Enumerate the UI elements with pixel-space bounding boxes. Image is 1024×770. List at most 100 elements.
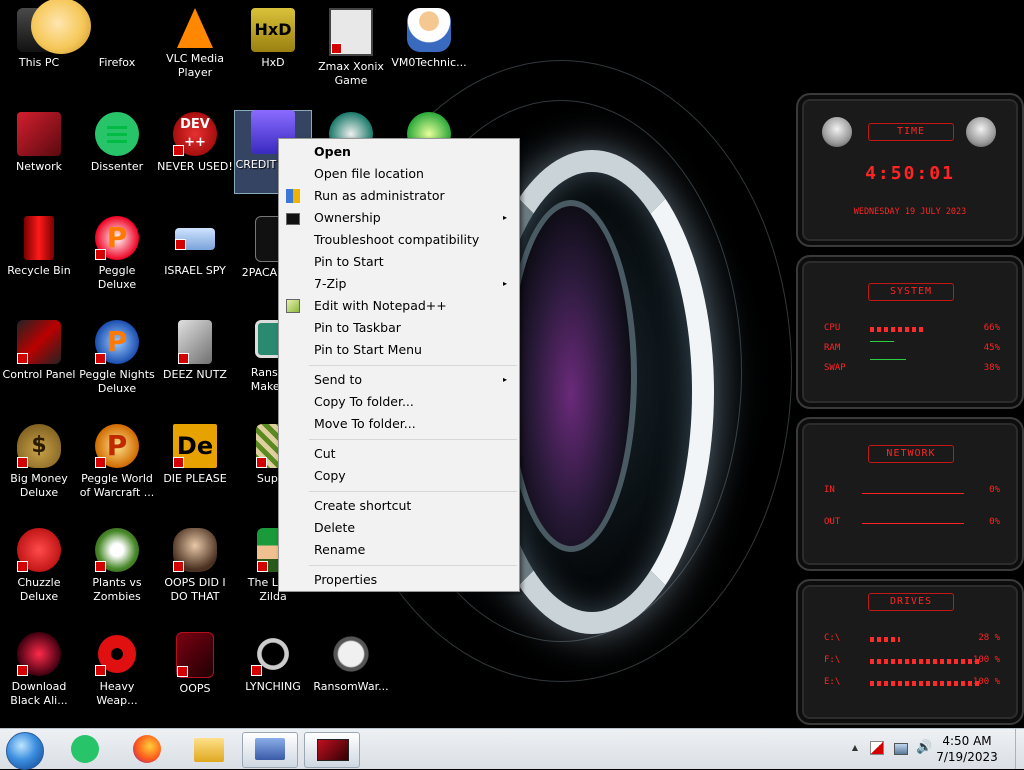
desktop-icon-oops[interactable]: OOPS (156, 632, 234, 696)
taskbar-clock[interactable]: 4:50 AM 7/19/2023 (932, 733, 1002, 765)
menu-item-copy[interactable]: Copy (281, 465, 517, 487)
widget-network-panel: NETWORK IN 0% OUT 0% (796, 417, 1024, 571)
menu-item-pin-to-start[interactable]: Pin to Start (281, 251, 517, 273)
desktop-icon-peggle-world-of-warcraft[interactable]: P Peggle World of Warcraft ... (78, 424, 156, 500)
menu-item-create-shortcut[interactable]: Create shortcut (281, 495, 517, 517)
recycle-bin-icon (24, 216, 54, 260)
widget-time-header: TIME (868, 123, 954, 141)
widget-date: WEDNESDAY 19 JULY 2023 (853, 207, 967, 217)
menu-separator (309, 565, 517, 566)
taskbar-file-explorer[interactable] (182, 732, 236, 766)
technician-icon (407, 8, 451, 52)
peggle-nights-icon: P (95, 320, 139, 364)
taskbar-credit-check[interactable] (242, 732, 298, 768)
desktop-icon-download-black-alien[interactable]: Download Black Ali... (0, 632, 78, 708)
widget-system-header: SYSTEM (868, 283, 954, 301)
show-hidden-icons-chevron-icon[interactable]: ▲ (848, 741, 862, 755)
menu-item-7zip[interactable]: 7-Zip ▸ (281, 273, 517, 295)
desktop-icon-this-pc[interactable]: This PC (0, 0, 91, 70)
menu-item-properties[interactable]: Properties (281, 569, 517, 591)
icon-label: VLC Media Player (166, 52, 224, 79)
firefox-icon (95, 8, 139, 52)
menu-item-ownership[interactable]: Ownership ▸ (281, 207, 517, 229)
icon-label: Download Black Ali... (10, 680, 68, 707)
icon-label: OOPS (179, 682, 211, 695)
desktop-icon-firefox[interactable]: Firefox (78, 8, 156, 70)
desktop-icon-israel-spy[interactable]: ISRAEL SPY (156, 216, 234, 278)
dissenter-icon (71, 735, 99, 763)
menu-item-send-to[interactable]: Send to ▸ (281, 369, 517, 391)
desktop-icon-vlc[interactable]: VLC Media Player (156, 8, 234, 80)
desktop-icon-zmax-xonix[interactable]: Zmax Xonix Game (312, 8, 390, 88)
console-icon (286, 213, 300, 225)
desktop-icon-hxd[interactable]: HxD HxD (234, 8, 312, 70)
menu-item-run-as-administrator[interactable]: Run as administrator (281, 185, 517, 207)
icon-label: VM0Technic... (391, 56, 467, 69)
desktop-icon-die-please[interactable]: De DIE PLEASE (156, 424, 234, 486)
swap-graph (870, 359, 906, 360)
desktop-icon-peggle-nights[interactable]: P Peggle Nights Deluxe (78, 320, 156, 396)
desktop-icon-heavy-weapon[interactable]: Heavy Weap... (78, 632, 156, 708)
desktop-icon-recycle-bin[interactable]: Recycle Bin (0, 216, 78, 278)
menu-item-open-file-location[interactable]: Open file location (281, 163, 517, 185)
icon-label: Plants vs Zombies (92, 576, 142, 603)
menu-item-cut[interactable]: Cut (281, 443, 517, 465)
icon-label: NEVER USED! (157, 160, 233, 173)
desktop-icon-control-panel[interactable]: Control Panel (0, 320, 78, 382)
menu-item-troubleshoot-compatibility[interactable]: Troubleshoot compatibility (281, 229, 517, 251)
desktop-icon-never-used[interactable]: DEV ++ NEVER USED! (156, 112, 234, 174)
desktop-icon-vm0technic[interactable]: VM0Technic... (390, 8, 468, 70)
alien-head-icon (822, 117, 852, 147)
menu-item-open[interactable]: Open (281, 141, 517, 163)
taskbar-dissenter[interactable] (58, 732, 112, 766)
start-button[interactable] (6, 732, 44, 770)
widget-system-panel: SYSTEM CPU 66% RAM 45% SWAP 38% (796, 255, 1024, 409)
desktop-icon-peggle-deluxe[interactable]: P Peggle Deluxe (78, 216, 156, 292)
wallpaper-core (505, 200, 637, 552)
alien-download-icon (17, 632, 61, 676)
cpu-bar (870, 327, 924, 332)
show-desktop-button[interactable] (1015, 729, 1024, 769)
desktop-icon-network[interactable]: Network (0, 112, 78, 174)
menu-item-copy-to-folder[interactable]: Copy To folder... (281, 391, 517, 413)
icon-label: RansomWar... (313, 680, 389, 693)
volume-icon[interactable]: 🔊 (916, 741, 932, 755)
desktop-icon-dissenter[interactable]: Dissenter (78, 112, 156, 174)
desktop-icon-chuzzle[interactable]: Chuzzle Deluxe (0, 528, 78, 604)
desktop[interactable]: This PC Network Recycle Bin Control Pane… (0, 0, 1024, 728)
action-center-flag-icon[interactable] (870, 741, 884, 755)
portrait-icon (173, 528, 217, 572)
icon-label: Dissenter (90, 160, 144, 173)
menu-separator (309, 365, 517, 366)
desktop-icon-oops-did-i[interactable]: OOPS DID I DO THAT (156, 528, 234, 604)
menu-item-pin-to-start-menu[interactable]: Pin to Start Menu (281, 339, 517, 361)
menu-item-pin-to-taskbar[interactable]: Pin to Taskbar (281, 317, 517, 339)
drive-row-c: C:\ 28 % (824, 633, 1000, 643)
desktop-icon-plants-vs-zombies[interactable]: Plants vs Zombies (78, 528, 156, 604)
desktop-icon-deez-nutz[interactable]: DEEZ NUTZ (156, 320, 234, 382)
desktop-icon-big-money[interactable]: $ Big Money Deluxe (0, 424, 78, 500)
taskbar-firefox[interactable] (120, 732, 174, 766)
widget-drives-header: DRIVES (868, 593, 954, 611)
menu-item-delete[interactable]: Delete (281, 517, 517, 539)
red-card-icon (317, 739, 349, 761)
context-menu: Open Open file location Run as administr… (278, 138, 520, 592)
widget-time-panel: TIME 4:50:01 WEDNESDAY 19 JULY 2023 (796, 93, 1024, 247)
menu-item-move-to-folder[interactable]: Move To folder... (281, 413, 517, 435)
menu-item-edit-with-notepad-plus-plus[interactable]: Edit with Notepad++ (281, 295, 517, 317)
notepad-plus-plus-icon (286, 299, 300, 313)
desktop-icon-ransomware[interactable]: RansomWar... (312, 632, 390, 694)
network-tray-icon[interactable] (894, 743, 908, 755)
submenu-arrow-icon: ▸ (502, 279, 507, 288)
chuzzle-icon (17, 528, 61, 572)
menu-item-rename[interactable]: Rename (281, 539, 517, 561)
desktop-icon-lynching[interactable]: LYNCHING (234, 632, 312, 694)
alien-head-icon (966, 117, 996, 147)
windows-stack-icon (178, 320, 212, 364)
taskbar-oops[interactable] (304, 732, 360, 768)
network-out-graph (862, 523, 964, 524)
icon-label: This PC (18, 56, 60, 69)
vlc-cone-icon (177, 8, 213, 48)
drive-e-bar (870, 681, 980, 686)
folder-icon (194, 738, 224, 762)
